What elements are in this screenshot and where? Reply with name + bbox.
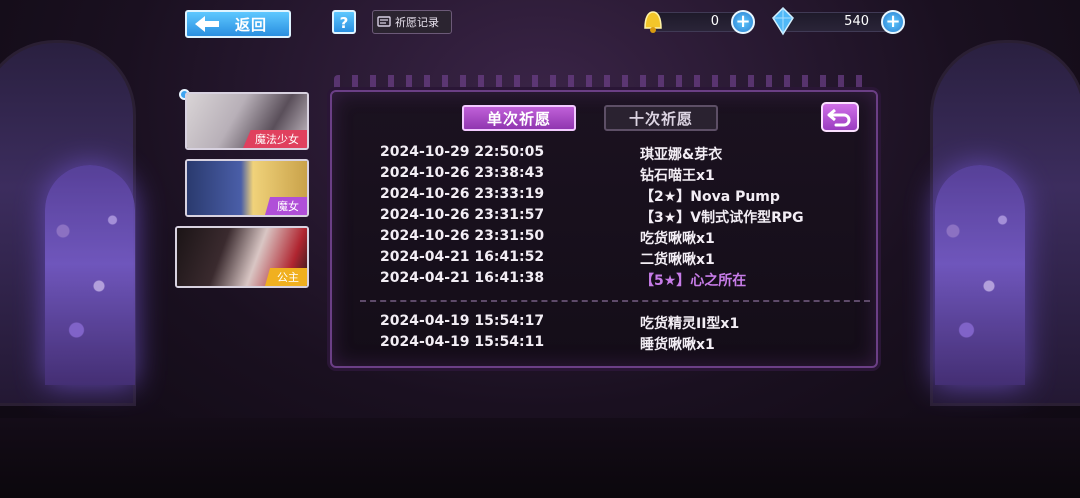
record-item-name: 二货啾啾x1: [640, 252, 715, 268]
record-item-name: 吃货精灵II型x1: [640, 316, 740, 332]
record-book-icon: [373, 15, 395, 30]
record-item-name: 钻石喵王x1: [640, 168, 715, 184]
record-time: 2024-10-26 23:38:43: [380, 165, 545, 181]
record-row: 2024-04-19 15:54:17 吃货精灵II型x1: [380, 313, 850, 334]
undo-arrow-icon: [823, 108, 857, 134]
record-row: 2024-10-26 23:31:50 吃货啾啾x1: [380, 228, 850, 249]
return-button[interactable]: [821, 102, 859, 132]
side-tab-label: 魔法少女: [243, 130, 307, 148]
record-row: 2024-10-29 22:50:05 琪亚娜&芽衣: [380, 144, 850, 165]
stained-glass-window-left: [45, 165, 135, 385]
record-time: 2024-04-19 15:54:11: [380, 334, 545, 350]
record-item-name: 【3★】V制式试作型RPG: [640, 210, 804, 226]
pray-record-panel: 单次祈愿 十次祈愿 2024-10-29 22:50:05 琪亚娜&芽衣 2024-…: [330, 90, 878, 368]
record-time: 2024-10-29 22:50:05: [380, 144, 545, 160]
add-gold-button[interactable]: +: [731, 10, 755, 34]
tab-single-pray[interactable]: 单次祈愿: [462, 105, 576, 131]
side-tab-witch[interactable]: 魔女: [185, 159, 309, 217]
tab-ten-pray[interactable]: 十次祈愿: [604, 105, 718, 131]
record-time: 2024-04-21 16:41:52: [380, 249, 545, 265]
record-time: 2024-04-19 15:54:17: [380, 313, 545, 329]
floor: [0, 418, 1080, 498]
record-row: 2024-10-26 23:33:19 【2★】Nova Pump: [380, 186, 850, 207]
gold-bell-icon: [639, 6, 667, 36]
record-item-name: 睡货啾啾x1: [640, 337, 715, 353]
record-time: 2024-10-26 23:31:50: [380, 228, 545, 244]
record-time: 2024-10-26 23:31:57: [380, 207, 545, 223]
record-row: 2024-10-26 23:38:43 钻石喵王x1: [380, 165, 850, 186]
record-item-name: 【2★】Nova Pump: [640, 189, 780, 205]
blue-crystal-icon: [769, 6, 797, 36]
record-item-name: 【5★】心之所在: [640, 273, 747, 289]
record-separator: [360, 300, 870, 302]
side-tab-magical-girl[interactable]: 魔法少女: [185, 92, 309, 150]
record-time: 2024-04-21 16:41:38: [380, 270, 545, 286]
back-button-label: 返回: [235, 15, 268, 34]
pray-record-label: 祈愿记录: [395, 16, 439, 29]
record-row: 2024-04-19 15:54:11 睡货啾啾x1: [380, 334, 850, 355]
stained-glass-window-right: [935, 165, 1025, 385]
gem-amount: 540: [844, 14, 869, 29]
arrow-left-icon: [187, 12, 227, 36]
record-time: 2024-10-26 23:33:19: [380, 186, 545, 202]
gold-amount: 0: [710, 14, 719, 29]
gem-currency-bar: 540 +: [772, 6, 905, 36]
add-gem-button[interactable]: +: [881, 10, 905, 34]
record-row: 2024-04-21 16:41:38 【5★】心之所在: [380, 270, 850, 291]
side-tab-princess[interactable]: 公主: [175, 226, 309, 288]
side-tab-label: 公主: [265, 268, 307, 286]
side-tab-label: 魔女: [265, 197, 307, 215]
record-row: 2024-10-26 23:31:57 【3★】V制式试作型RPG: [380, 207, 850, 228]
record-list: 2024-10-29 22:50:05 琪亚娜&芽衣 2024-10-26 23:3…: [360, 144, 870, 355]
pray-record-button[interactable]: 祈愿记录: [372, 10, 452, 34]
help-button[interactable]: ?: [332, 10, 356, 34]
panel-top-trim: [334, 75, 874, 91]
record-row: 2024-04-21 16:41:52 二货啾啾x1: [380, 249, 850, 270]
back-button[interactable]: 返回: [185, 10, 291, 38]
record-item-name: 吃货啾啾x1: [640, 231, 715, 247]
gold-currency-bar: 0 +: [644, 10, 755, 34]
record-item-name: 琪亚娜&芽衣: [640, 147, 723, 163]
